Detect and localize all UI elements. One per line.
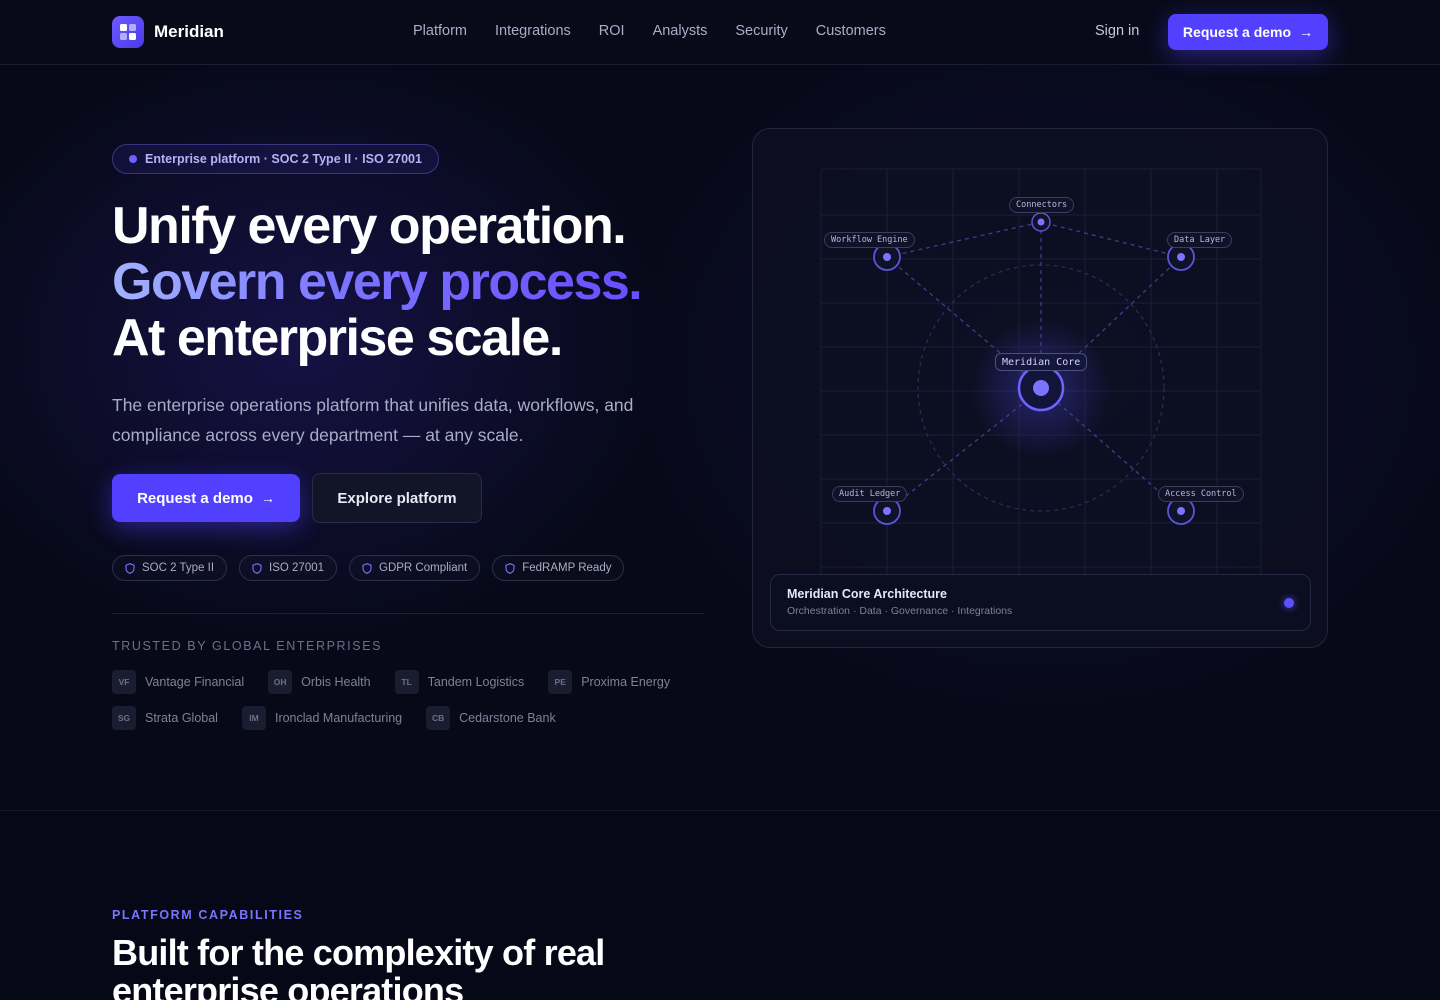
company-mark: SG: [112, 706, 136, 730]
sign-in-link[interactable]: Sign in: [1095, 23, 1139, 39]
nav-link-platform[interactable]: Platform: [413, 23, 467, 39]
customer-logo: PE Proxima Energy: [548, 670, 670, 694]
nav-request-demo-button[interactable]: Request a demo →: [1168, 14, 1328, 50]
brand-logo[interactable]: Meridian: [112, 16, 224, 48]
trusted-by-label: TRUSTED BY GLOBAL ENTERPRISES: [112, 639, 383, 653]
hero-subtext: The enterprise operations platform that …: [112, 395, 634, 445]
pill-text: Enterprise platform · SOC 2 Type II · IS…: [145, 152, 422, 166]
customer-logo: SG Strata Global: [112, 706, 218, 730]
compliance-badges: SOC 2 Type II ISO 27001 GDPR Compliant F…: [112, 555, 625, 581]
pill-dot-icon: [129, 155, 137, 163]
architecture-footer-subtitle: Orchestration · Data · Governance · Inte…: [787, 605, 1013, 617]
company-name: Ironclad Manufacturing: [274, 711, 403, 725]
company-mark: VF: [112, 670, 136, 694]
nav-link-customers[interactable]: Customers: [816, 23, 886, 39]
node-label-connectors: Connectors: [1009, 197, 1075, 213]
hero-request-demo-label: Request a demo: [137, 489, 253, 507]
arrow-right-icon: →: [260, 490, 275, 506]
nav-link-security[interactable]: Security: [735, 23, 787, 39]
hero-headline: Unify every operation. Govern every proc…: [112, 197, 643, 367]
top-navigation: Meridian Platform Integrations ROI Analy…: [0, 0, 1440, 65]
architecture-footer-title: Meridian Core Architecture: [787, 587, 947, 601]
customer-logo: IM Ironclad Manufacturing: [241, 706, 403, 730]
explore-platform-button[interactable]: Explore platform: [312, 473, 482, 523]
shield-icon: [125, 562, 135, 574]
customer-logos-row-2: SG Strata Global IM Ironclad Manufacturi…: [112, 706, 556, 730]
node-connectors-icon: [1031, 212, 1051, 232]
badge-label: SOC 2 Type II: [142, 562, 215, 574]
company-name: Tandem Logistics: [427, 675, 525, 689]
headline-line-3: At enterprise scale.: [112, 309, 563, 367]
company-name: Orbis Health: [301, 675, 371, 689]
headline-line-2: Govern every process.: [112, 253, 643, 311]
company-name: Cedarstone Bank: [459, 711, 556, 725]
node-label-access-control: Access Control: [1158, 486, 1244, 502]
capabilities-eyebrow: PLATFORM CAPABILITIES: [112, 908, 304, 922]
nav-link-roi[interactable]: ROI: [599, 23, 625, 39]
badge-fedramp: FedRAMP Ready: [492, 555, 625, 581]
nav-link-analysts[interactable]: Analysts: [653, 23, 708, 39]
customer-logos-row-1: VF Vantage Financial OH Orbis Health TL …: [112, 670, 670, 694]
customer-logo: VF Vantage Financial: [112, 670, 244, 694]
customer-logo: TL Tandem Logistics: [394, 670, 525, 694]
node-label-audit-ledger: Audit Ledger: [832, 486, 908, 502]
customer-logo: OH Orbis Health: [268, 670, 371, 694]
nav-links: Platform Integrations ROI Analysts Secur…: [413, 23, 886, 39]
company-mark: PE: [548, 670, 573, 694]
hero-divider: [112, 613, 704, 614]
company-name: Strata Global: [145, 711, 218, 725]
core-node-icon: [1017, 364, 1065, 412]
company-mark: OH: [268, 670, 293, 694]
company-mark: TL: [394, 670, 419, 694]
customer-logo: CB Cedarstone Bank: [426, 706, 556, 730]
brand-name: Meridian: [154, 22, 224, 41]
company-name: Proxima Energy: [581, 675, 671, 689]
badge-label: GDPR Compliant: [379, 562, 468, 574]
architecture-diagram-card: Connectors Workflow Engine Data Layer Me…: [752, 128, 1328, 648]
arrow-right-icon: →: [1299, 24, 1314, 40]
shield-icon: [362, 562, 372, 574]
logo-mark-icon: [112, 16, 144, 48]
node-label-workflow-engine: Workflow Engine: [824, 232, 915, 248]
enterprise-pill: Enterprise platform · SOC 2 Type II · IS…: [112, 144, 439, 174]
badge-iso27001: ISO 27001: [239, 555, 337, 581]
nav-link-integrations[interactable]: Integrations: [495, 23, 571, 39]
nav-request-demo-label: Request a demo: [1182, 24, 1292, 40]
status-dot-icon: [1284, 598, 1294, 608]
capabilities-title: Built for the complexity of real enterpr…: [112, 932, 605, 1000]
shield-icon: [505, 562, 515, 574]
architecture-footer: Meridian Core Architecture Orchestration…: [770, 574, 1311, 631]
badge-label: FedRAMP Ready: [522, 562, 612, 574]
shield-icon: [252, 562, 262, 574]
company-mark: IM: [241, 706, 266, 730]
badge-soc2: SOC 2 Type II: [112, 555, 228, 581]
badge-gdpr: GDPR Compliant: [349, 555, 481, 581]
badge-label: ISO 27001: [269, 562, 324, 574]
company-name: Vantage Financial: [145, 675, 245, 689]
hero-request-demo-button[interactable]: Request a demo →: [112, 474, 300, 522]
node-label-data-layer: Data Layer: [1167, 232, 1233, 248]
headline-line-1: Unify every operation.: [112, 197, 627, 255]
company-mark: CB: [426, 706, 451, 730]
core-label: Meridian Core: [995, 353, 1088, 371]
